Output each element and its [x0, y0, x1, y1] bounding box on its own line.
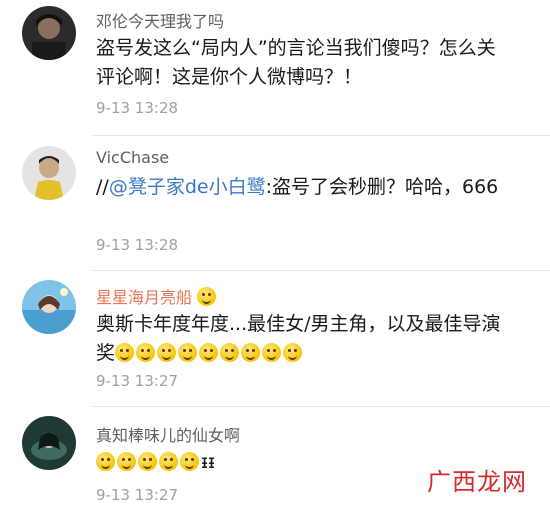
grin-emoji-icon	[138, 452, 157, 471]
grin-emoji-icon	[178, 343, 198, 362]
avatar[interactable]	[22, 280, 76, 334]
mention-link[interactable]: @凳子家de小白鹭	[109, 176, 266, 198]
grin-emoji-icon	[199, 343, 219, 362]
comment-timestamp: 9-13 13:27	[96, 486, 179, 504]
grin-emoji-icon	[159, 452, 178, 471]
grin-emoji-icon	[136, 343, 156, 362]
grin-emoji-icon	[262, 343, 282, 362]
grin-emoji-icon	[241, 343, 261, 362]
divider	[92, 406, 550, 407]
comment-text: 奥斯卡年度年度...最佳女/男主角，以及最佳导演奖	[96, 310, 506, 368]
repost-prefix: //	[96, 176, 109, 198]
comment-suffix: ᵻᵻ	[201, 451, 216, 473]
comment-text: //@凳子家de小白鹭:盗号了会秒删？哈哈，666	[96, 173, 506, 202]
comment-timestamp: 9-13 13:28	[96, 99, 179, 117]
comment-text-rest: :盗号了会秒删？哈哈，666	[265, 176, 499, 198]
comment-username[interactable]: 星星海月亮船	[96, 284, 218, 308]
comment-username[interactable]: VicChase	[96, 148, 169, 167]
username-text[interactable]: 星星海月亮船	[96, 288, 192, 307]
avatar[interactable]	[22, 416, 76, 470]
grin-emoji-icon	[180, 452, 199, 471]
grin-emoji-icon	[157, 343, 177, 362]
emoji-row	[96, 451, 201, 473]
comment-text: 盗号发这么“局内人”的言论当我们傻吗？怎么关评论啊！这是你个人微博吗？！	[96, 37, 496, 88]
watermark-logo: 广西龙网	[427, 468, 527, 496]
comment-username[interactable]: 真知棒味儿的仙女啊	[96, 422, 240, 446]
divider	[92, 135, 550, 136]
grin-emoji-icon	[220, 343, 240, 362]
comment-timestamp: 9-13 13:28	[96, 236, 179, 254]
avatar[interactable]	[22, 146, 76, 200]
grin-emoji-icon	[115, 343, 135, 362]
avatar[interactable]	[22, 6, 76, 60]
grin-emoji-icon	[283, 343, 303, 362]
grin-emoji-icon	[96, 452, 115, 471]
comment-timestamp: 9-13 13:27	[96, 372, 179, 390]
emoji-row	[115, 342, 304, 364]
divider	[92, 270, 550, 271]
heart-eyes-emoji-icon	[197, 287, 217, 306]
comment-username[interactable]: 邓伦今天理我了吗	[96, 8, 224, 32]
grin-emoji-icon	[117, 452, 136, 471]
